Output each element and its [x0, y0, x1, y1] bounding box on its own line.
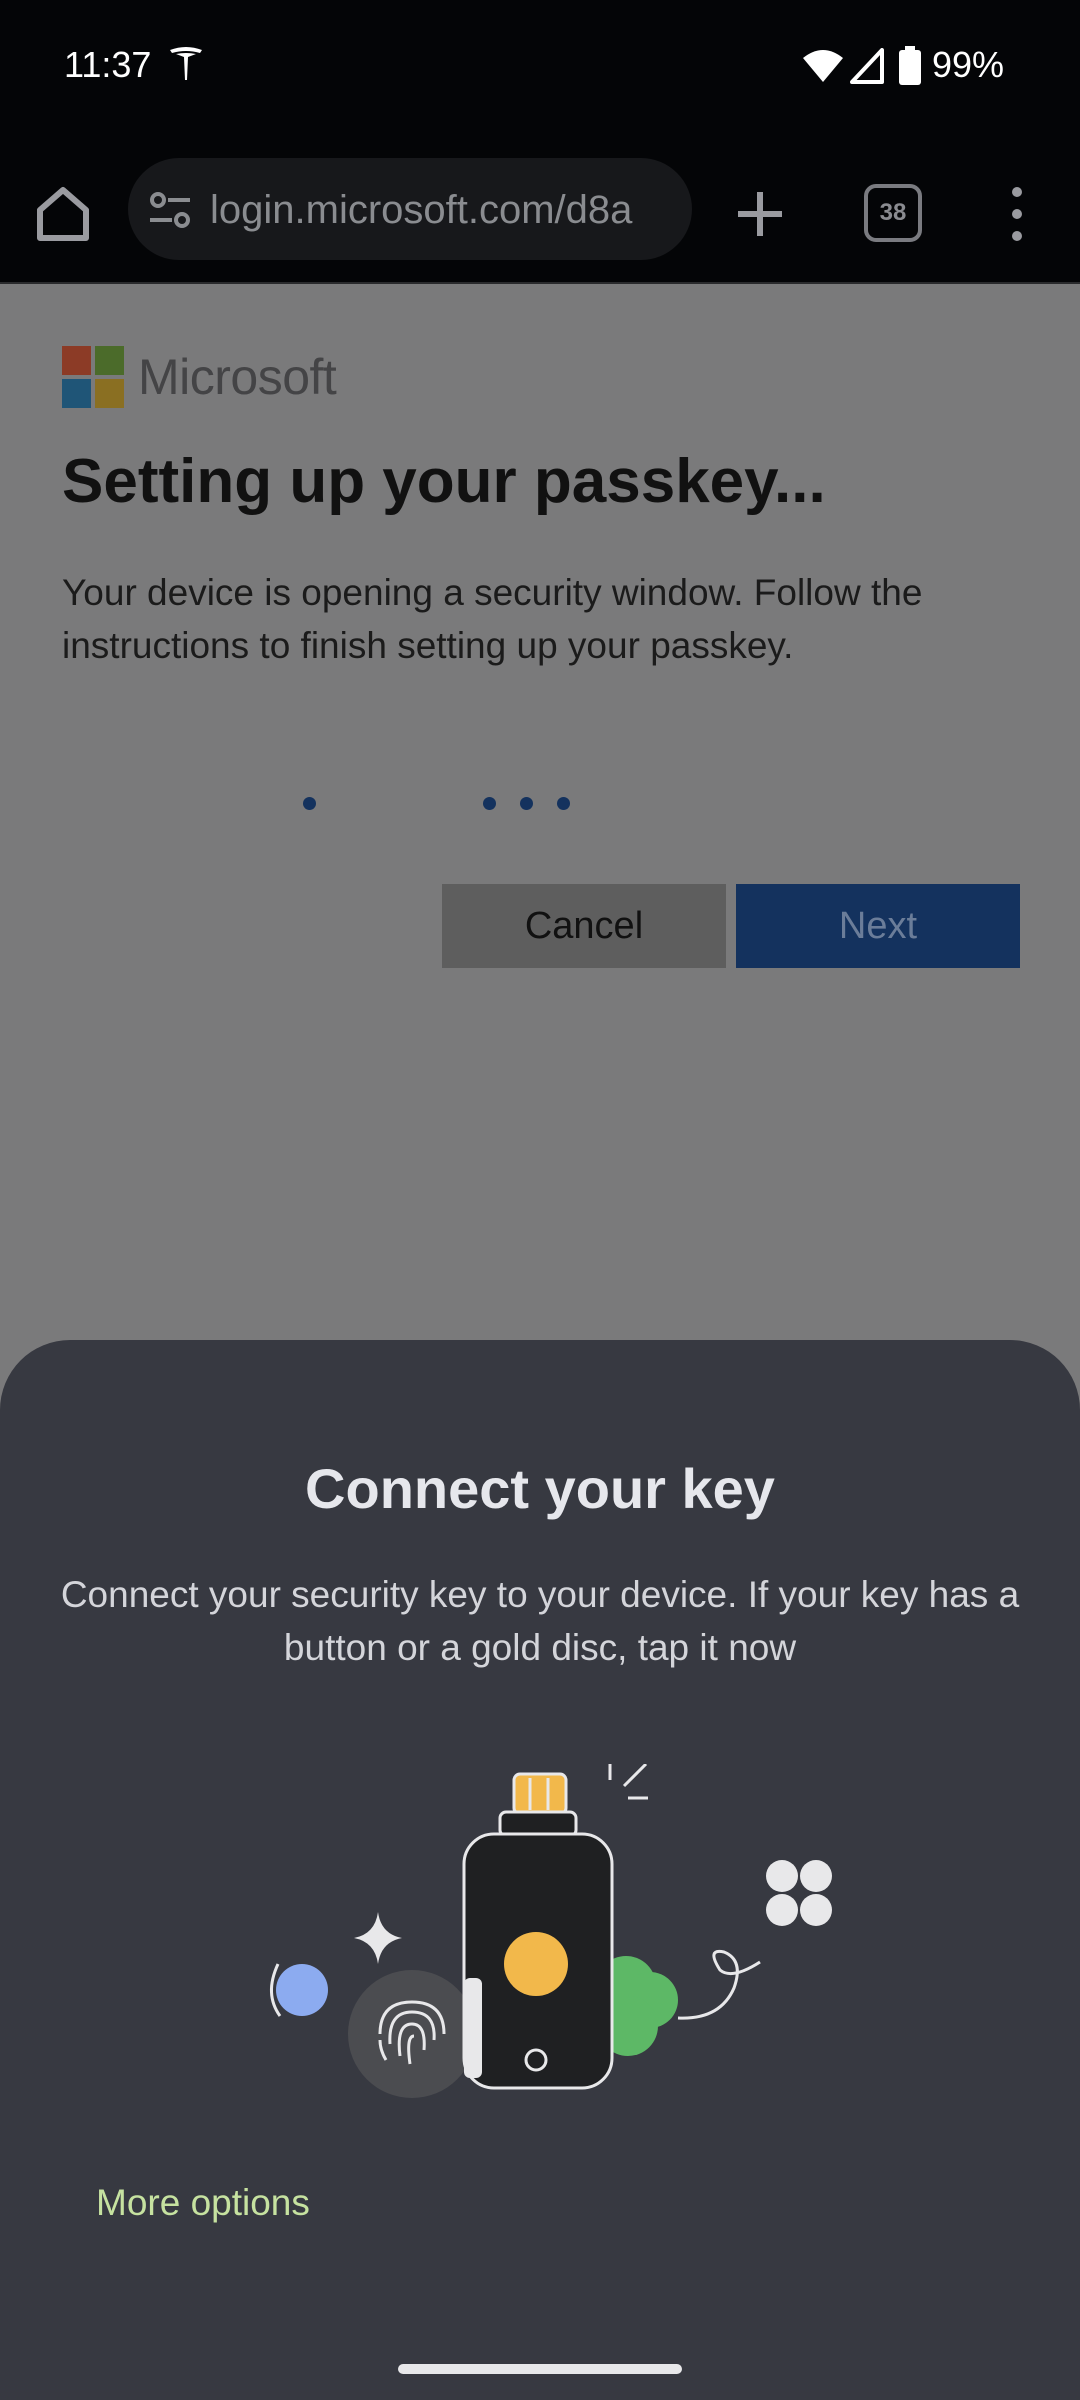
progress-dot: [303, 797, 316, 810]
microsoft-logo: [62, 346, 124, 408]
status-bar: 11:37 99%: [0, 0, 1080, 140]
tesla-icon: [170, 47, 202, 80]
home-icon[interactable]: [30, 180, 96, 246]
signal-icon: [850, 48, 884, 84]
wifi-icon: [803, 50, 843, 82]
blue-circle-decoration: [276, 1964, 328, 2016]
sparkle-icon: [354, 1912, 402, 1964]
tune-icon[interactable]: [148, 190, 192, 230]
more-options-link[interactable]: More options: [96, 2182, 310, 2224]
status-time: 11:37: [64, 44, 152, 85]
battery-percentage: 99%: [932, 44, 1005, 85]
battery-icon: [899, 46, 921, 85]
curl-decoration: [677, 1949, 761, 2020]
security-key-device: [462, 1772, 614, 2090]
progress-dot: [557, 797, 570, 810]
progress-dot: [483, 797, 496, 810]
sheet-description: Connect your security key to your device…: [60, 1574, 1020, 1668]
browser-toolbar: login.microsoft.com/d8a 38: [0, 140, 1080, 284]
progress-dot: [520, 797, 533, 810]
page-title: Setting up your passkey...: [62, 447, 826, 516]
security-key-illustration: [270, 1764, 832, 2098]
fingerprint-badge: [348, 1970, 476, 2098]
tab-switcher-button[interactable]: 38: [864, 184, 922, 242]
page-content: Microsoft Setting up your passkey... You…: [0, 286, 1080, 1346]
url-bar[interactable]: login.microsoft.com/d8a: [128, 158, 692, 260]
sheet-title: Connect your key: [305, 1457, 775, 1520]
brand-name: Microsoft: [138, 349, 337, 405]
more-vert-icon[interactable]: [1000, 184, 1034, 244]
spark-lines-decoration: [608, 1764, 648, 1800]
cancel-button[interactable]: Cancel: [442, 884, 726, 968]
gold-disc: [504, 1932, 568, 1996]
connect-key-sheet: Connect your key Connect your security k…: [0, 1340, 1080, 2400]
next-button[interactable]: Next: [736, 884, 1020, 968]
plus-icon[interactable]: [730, 184, 790, 244]
url-text[interactable]: login.microsoft.com/d8a: [210, 188, 632, 233]
page-description: Your device is opening a security window…: [62, 572, 923, 666]
gesture-home-indicator[interactable]: [398, 2364, 682, 2374]
